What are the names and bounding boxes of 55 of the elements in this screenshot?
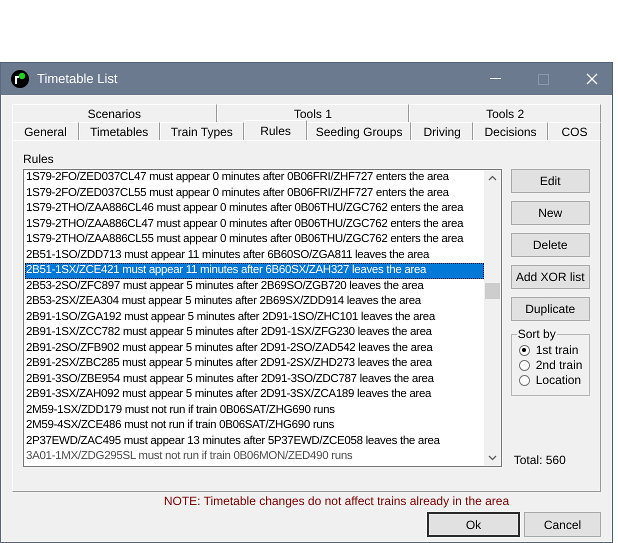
rule-list-item[interactable]: 1S79-2FO/ZED037CL47 must appear 0 minutes after 0B06FRI/ZHF727 enters the area: [25, 170, 484, 186]
action-button[interactable]: Duplicate: [510, 297, 590, 321]
rule-list-item[interactable]: 2M59-1SX/ZDD179 must not run if train 0B06SAT/ZHG690 runs: [25, 402, 484, 418]
dialog-button[interactable]: Cancel: [524, 512, 601, 537]
rule-list-item[interactable]: 1S79-2THO/ZAA886CL46 must appear 0 minutes after 0B06THU/ZGC762 enters the area: [25, 201, 484, 216]
rules-label: Rules: [23, 152, 55, 166]
tab[interactable]: COS: [548, 122, 602, 140]
rule-list-item[interactable]: 2B91-2SX/ZBC285 must appear 5 minutes after 2D91-2SX/ZHD273 leaves the area: [25, 356, 484, 372]
tab[interactable]: Train Types: [160, 122, 244, 140]
total-count: Total: 560: [512, 453, 567, 467]
action-button[interactable]: Edit: [510, 169, 590, 193]
tab[interactable]: Driving: [411, 122, 474, 140]
app-logo-icon: [11, 70, 29, 88]
tab[interactable]: Seeding Groups: [307, 122, 412, 140]
rule-list-item[interactable]: 2B91-2SO/ZFB902 must appear 5 minutes after 2D91-2SO/ZAD542 leaves the area: [25, 340, 484, 356]
tab[interactable]: Rules: [244, 120, 307, 140]
radio-icon[interactable]: [518, 360, 530, 370]
scroll-thumb[interactable]: [484, 283, 500, 299]
rule-list-item[interactable]: 3A01-1MX/ZDG295SL must not run if train 0B06MON/ZED490 runs: [25, 449, 484, 464]
rule-list-item[interactable]: 1S79-2THO/ZAA886CL55 must appear 0 minutes after 0B06THU/ZGC762 enters the area: [25, 232, 484, 248]
rule-list-item[interactable]: 2B91-1SX/ZCC782 must appear 5 minutes after 2D91-1SX/ZFG230 leaves the area: [25, 325, 484, 340]
note-text: NOTE: Timetable changes do not affect trains already in the area: [164, 494, 510, 508]
rule-list-item[interactable]: 2B53-2SX/ZEA304 must appear 5 minutes after 2B69SX/ZDD914 leaves the area: [25, 294, 484, 310]
action-button[interactable]: New: [510, 201, 590, 225]
rule-list-item[interactable]: 2B91-3SO/ZBE954 must appear 5 minutes after 2D91-3SO/ZDC787 leaves the area: [25, 372, 484, 387]
minimize-icon[interactable]: [490, 78, 501, 80]
rule-list-item[interactable]: 1S79-2FO/ZED037CL55 must appear 0 minutes after 0B06FRI/ZHF727 enters the area: [25, 186, 484, 201]
radio-icon[interactable]: [518, 344, 530, 356]
radio-option[interactable]: 2nd train: [518, 358, 589, 372]
rule-list-item[interactable]: 1S79-2THO/ZAA886CL47 must appear 0 minutes after 0B06THU/ZGC762 enters the area: [25, 216, 484, 232]
tab[interactable]: Scenarios: [12, 104, 217, 122]
rule-list-item[interactable]: 2B51-1SO/ZDD713 must appear 11 minutes after 6B60SO/ZGA811 leaves the area: [25, 248, 484, 263]
tab[interactable]: Tools 2: [409, 104, 602, 122]
sort-by-label: Sort by: [516, 327, 557, 341]
radio-icon[interactable]: [518, 374, 530, 386]
rule-list-item[interactable]: 2B53-2SO/ZFC897 must appear 5 minutes after 2B69SO/ZGB720 leaves the area: [25, 278, 484, 294]
tab[interactable]: Timetables: [78, 122, 160, 140]
close-icon[interactable]: [586, 73, 598, 85]
rule-list-item[interactable]: 2M59-4SX/ZCE486 must not run if train 0B06SAT/ZHG690 runs: [25, 418, 484, 434]
tab[interactable]: Tools 1: [216, 104, 410, 122]
scroll-down-icon[interactable]: [488, 455, 497, 461]
radio-option[interactable]: 1st train: [518, 343, 589, 357]
rule-list-item[interactable]: 2B51-1SX/ZCE421 must appear 11 minutes after 6B60SX/ZAH327 leaves the area: [25, 263, 484, 278]
radio-option[interactable]: Location: [518, 373, 589, 387]
rule-list-item[interactable]: 2B91-3SX/ZAH092 must appear 5 minutes after 2D91-3SX/ZCA189 leaves the area: [25, 387, 484, 402]
rule-list-item[interactable]: 2B91-1SO/ZGA192 must appear 5 minutes after 2D91-1SO/ZHC101 leaves the area: [25, 310, 484, 325]
tab[interactable]: General: [12, 122, 79, 140]
scroll-up-icon[interactable]: [488, 175, 497, 181]
tab[interactable]: Decisions: [473, 122, 548, 140]
action-button[interactable]: Delete: [510, 233, 590, 257]
rule-list-item[interactable]: 2P37EWD/ZAC495 must appear 13 minutes after 5P37EWD/ZCE058 leaves the area: [25, 434, 484, 449]
scrollbar[interactable]: [484, 170, 501, 466]
dialog-button[interactable]: Ok: [427, 512, 520, 537]
action-button[interactable]: Add XOR list: [510, 265, 590, 289]
window-title: Timetable List: [37, 70, 118, 88]
